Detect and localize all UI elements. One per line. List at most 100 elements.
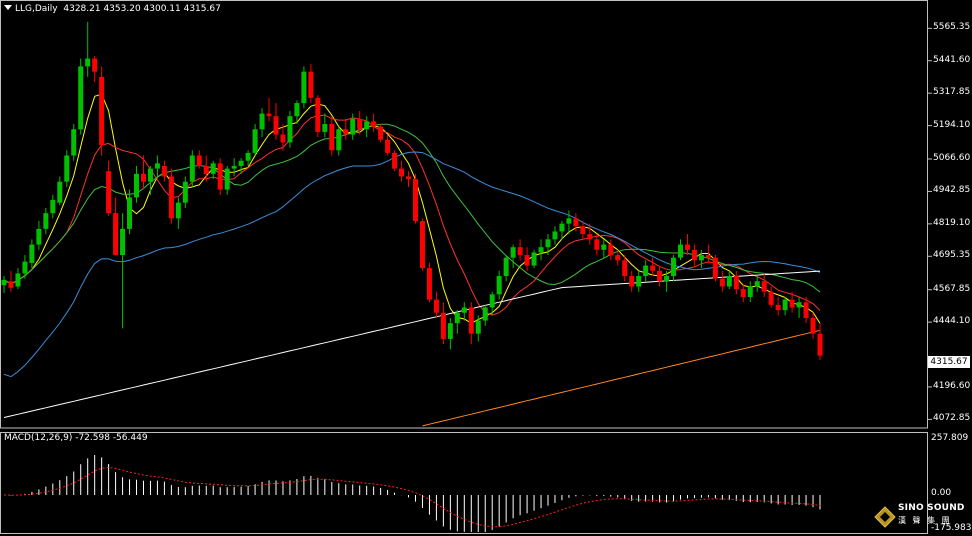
candle-body	[1, 279, 7, 286]
candle-body	[29, 244, 35, 263]
macd-signal-line	[3, 466, 821, 528]
candle-body	[440, 312, 446, 339]
candle-body	[154, 163, 160, 169]
macd-signal	[3, 466, 821, 528]
candle-body	[92, 58, 98, 72]
ma60-line	[3, 151, 821, 378]
candle-body	[587, 234, 593, 240]
price-axis-label: 4072.85	[933, 413, 971, 424]
candle-body	[343, 129, 349, 135]
candle-body	[64, 155, 70, 182]
candle-body	[817, 333, 823, 356]
candle-body	[134, 173, 140, 198]
candle-body	[57, 181, 63, 203]
candle-body	[308, 71, 314, 98]
candle-body	[517, 247, 523, 256]
macd-scale-zero: 0.00	[931, 488, 952, 498]
candle-body	[336, 129, 342, 151]
candle-body	[496, 276, 502, 295]
price-axis-label: 4695.35	[933, 250, 971, 261]
candle-body	[350, 118, 356, 135]
candle-body	[371, 121, 377, 127]
candle-body	[580, 226, 586, 235]
candle-body	[238, 160, 244, 166]
candle-body	[140, 173, 146, 182]
candle-body	[147, 168, 153, 182]
candle-body	[433, 299, 439, 313]
candle-body	[231, 165, 237, 169]
candle-body	[768, 291, 774, 305]
candle-body	[266, 113, 272, 117]
candle-body	[378, 126, 384, 140]
candle-body	[573, 218, 579, 227]
candle-body	[259, 113, 265, 130]
candle-body	[698, 255, 704, 261]
candle-body	[552, 231, 558, 240]
macd-scale-top: 257.809	[931, 433, 969, 443]
chart-header: LLG,Daily 4328.21 4353.20 4300.11 4315.6…	[4, 4, 221, 14]
candle-body	[775, 304, 781, 311]
candle-body	[196, 155, 202, 166]
candle-body	[489, 294, 495, 308]
candle-body	[406, 176, 412, 180]
candle-body	[524, 255, 530, 266]
candle-body	[566, 218, 572, 224]
candle-body	[315, 97, 321, 132]
candle-body	[252, 129, 258, 153]
candle-body	[322, 124, 328, 132]
candle-body	[650, 265, 656, 271]
candle-body	[468, 307, 474, 334]
ohlc-values: 4328.21 4353.20 4300.11 4315.67	[63, 4, 221, 14]
candle-body	[161, 165, 167, 177]
candle-body	[106, 171, 112, 214]
candle-body	[454, 312, 460, 324]
candle-body	[803, 302, 809, 318]
ma250-line	[422, 329, 821, 427]
candle-body	[392, 152, 398, 169]
candle-body	[503, 257, 509, 277]
candle-body	[294, 103, 300, 117]
candle-body	[412, 179, 418, 221]
price-axis-label: 5317.85	[933, 87, 971, 98]
candle-body	[120, 228, 126, 256]
candle-body	[733, 276, 739, 290]
candle-body	[22, 261, 28, 274]
candle-body	[712, 257, 718, 279]
symbol-label: LLG,Daily	[15, 4, 58, 14]
candle-body	[559, 223, 565, 232]
candle-body	[224, 168, 230, 190]
candle-body	[538, 247, 544, 253]
candle-body	[364, 121, 370, 130]
price-axis-label: 5441.60	[933, 54, 971, 65]
candle-body	[475, 320, 481, 334]
candle-body	[482, 307, 488, 321]
ma120-line	[3, 270, 821, 418]
price-axis-label: 4942.85	[933, 185, 971, 196]
candle-body	[78, 66, 84, 130]
candle-body	[719, 278, 725, 287]
candle-body	[726, 276, 732, 287]
candle-body	[691, 249, 697, 261]
candle-body	[273, 116, 279, 135]
candle-body	[280, 134, 286, 143]
candle-body	[175, 202, 181, 219]
candle-body	[168, 176, 174, 219]
candle-body	[684, 244, 690, 250]
candle-body	[810, 317, 816, 334]
price-axis-label: 4196.60	[933, 380, 971, 391]
ma10-line	[3, 114, 821, 316]
candle-body	[594, 239, 600, 250]
candle-body	[71, 129, 77, 156]
candle-body	[447, 323, 453, 339]
macd-histogram	[10, 455, 821, 532]
price-axis-label: 5066.60	[933, 153, 971, 163]
candle-body	[608, 244, 614, 256]
candle-body	[747, 286, 753, 297]
price-chart[interactable]	[0, 0, 972, 536]
price-axis-label: 5194.10	[933, 119, 971, 130]
candle-body	[545, 239, 551, 248]
candle-body	[329, 124, 335, 151]
candle-body	[426, 268, 432, 300]
dropdown-triangle-icon[interactable]	[4, 5, 12, 10]
candle-body	[761, 281, 767, 292]
